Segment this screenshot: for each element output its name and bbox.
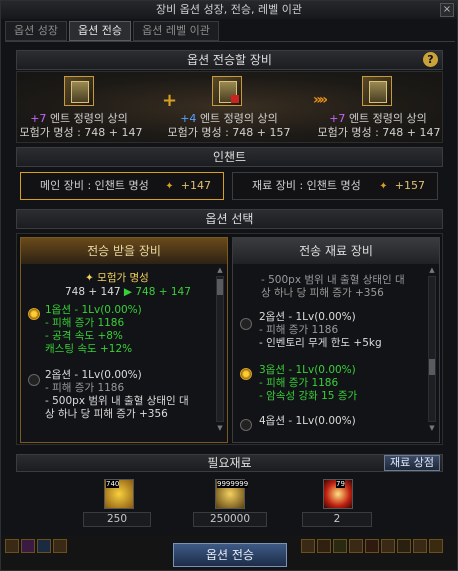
material-option-3-line: - 피해 증가 1186 bbox=[259, 377, 339, 389]
quickslot-icon[interactable] bbox=[349, 539, 363, 553]
equipment-icon-material[interactable] bbox=[212, 76, 242, 106]
option-2-line: - 피해 증가 1186 bbox=[45, 382, 125, 394]
tab-option-level-move[interactable]: 옵션 레벨 이관 bbox=[133, 21, 219, 41]
quickslot-icon[interactable] bbox=[21, 539, 35, 553]
enchant-material-box[interactable]: 재료 장비 : 인챈트 명성 ✦ +157 bbox=[232, 172, 438, 200]
scroll-up-icon[interactable]: ▲ bbox=[429, 266, 435, 274]
transfer-header: 옵션 전승할 장비 ? bbox=[16, 50, 443, 70]
quickslot-icon[interactable] bbox=[53, 539, 67, 553]
fame-icon: ✦ bbox=[165, 181, 174, 192]
window-titlebar: 장비 옵션 성장, 전승, 레벨 이관 × bbox=[1, 1, 457, 19]
materials-header: 필요재료 재료 상점 bbox=[16, 454, 443, 472]
option-2-radio[interactable] bbox=[28, 374, 40, 386]
quickslot-icon[interactable] bbox=[381, 539, 395, 553]
window-title: 장비 옵션 성장, 전승, 레벨 이관 bbox=[156, 3, 302, 16]
option-1-title: 1옵션 - 1Lv(0.00%) bbox=[45, 304, 142, 316]
material-option-2-line: - 인벤토리 무게 한도 +5kg bbox=[259, 337, 382, 349]
scroll-down-icon[interactable]: ▼ bbox=[217, 424, 223, 432]
option-select-area: 전승 받을 장비 ✦ 모험가 명성 748 + 147 ▶ 748 + 147 … bbox=[16, 233, 443, 445]
material-top-line: - 500px 범위 내 출혈 상태인 대 bbox=[261, 274, 405, 286]
transfer-panel: + »» +7 엔트 정령의 상의 모험가 명성 : 748 + 147 +4 … bbox=[16, 71, 443, 143]
option-1-radio[interactable] bbox=[28, 308, 40, 320]
right-scrollbar[interactable] bbox=[428, 276, 436, 422]
close-button[interactable]: × bbox=[440, 3, 454, 17]
help-icon[interactable]: ? bbox=[423, 52, 438, 67]
option-2-line: - 500px 범위 내 출혈 상태인 대 bbox=[45, 395, 189, 407]
equipment-name-main: +7 엔트 정령의 상의 bbox=[30, 112, 128, 125]
material-shop-button[interactable]: 재료 상점 bbox=[384, 455, 440, 471]
option-1-line: - 공격 속도 +8% bbox=[45, 330, 123, 342]
quickslot-icon[interactable] bbox=[37, 539, 51, 553]
enchant-main-label: 메인 장비 : 인챈트 명성 bbox=[40, 179, 149, 192]
quickslot-icon[interactable] bbox=[397, 539, 411, 553]
option-2-title: 2옵션 - 1Lv(0.00%) bbox=[45, 369, 142, 381]
materials-header-title: 필요재료 bbox=[207, 456, 252, 470]
fire-orb-icon[interactable]: 79 bbox=[323, 479, 353, 509]
fame-change: 748 + 147 ▶ 748 + 147 bbox=[65, 286, 191, 298]
enchant-material-label: 재료 장비 : 인챈트 명성 bbox=[252, 179, 361, 192]
material-option-3-title: 3옵션 - 1Lv(0.00%) bbox=[259, 364, 356, 376]
material-equipment-panel: 전송 재료 장비 - 500px 범위 내 출혈 상태인 대 상 하나 당 피해… bbox=[232, 237, 440, 443]
material-option-4-radio[interactable] bbox=[240, 419, 252, 431]
quickslot-icon[interactable] bbox=[317, 539, 331, 553]
material-option-2-radio[interactable] bbox=[240, 318, 252, 330]
quickslot-icon[interactable] bbox=[413, 539, 427, 553]
arrow-icon: »» bbox=[313, 92, 328, 108]
material-top-line: 상 하나 당 피해 증가 +356 bbox=[261, 287, 384, 299]
left-scrollbar[interactable] bbox=[216, 276, 224, 422]
quickslot-icon[interactable] bbox=[301, 539, 315, 553]
material-option-2-title: 2옵션 - 1Lv(0.00%) bbox=[259, 311, 356, 323]
material-count: 79 bbox=[336, 480, 345, 488]
fame-label: ✦ 모험가 명성 bbox=[85, 272, 149, 284]
material-amount: 250 bbox=[83, 512, 151, 527]
equipment-fame-material: 모험가 명성 : 748 + 157 bbox=[167, 126, 291, 139]
tab-option-transfer[interactable]: 옵션 전승 bbox=[69, 21, 131, 41]
equipment-fame-main: 모험가 명성 : 748 + 147 bbox=[19, 126, 143, 139]
quickslot-icon[interactable] bbox=[333, 539, 347, 553]
equipment-icon-result[interactable] bbox=[362, 76, 392, 106]
enchant-material-value: ✦ +157 bbox=[379, 173, 425, 199]
receive-equipment-title: 전승 받을 장비 bbox=[21, 238, 227, 264]
material-option-3-line: - 암속성 강화 15 증가 bbox=[259, 390, 358, 402]
material-option-2-line: - 피해 증가 1186 bbox=[259, 324, 339, 336]
fame-icon: ✦ bbox=[379, 181, 388, 192]
tab-option-growth[interactable]: 옵션 성장 bbox=[5, 21, 67, 41]
quickslot-icon[interactable] bbox=[365, 539, 379, 553]
scroll-up-icon[interactable]: ▲ bbox=[217, 266, 223, 274]
receive-equipment-panel: 전승 받을 장비 ✦ 모험가 명성 748 + 147 ▶ 748 + 147 … bbox=[20, 237, 228, 443]
gold-crystal-icon[interactable]: 740 bbox=[104, 479, 134, 509]
option-transfer-button[interactable]: 옵션 전승 bbox=[173, 543, 287, 567]
material-equipment-title: 전송 재료 장비 bbox=[233, 238, 439, 264]
equipment-name-result: +7 엔트 정령의 상의 bbox=[329, 112, 427, 125]
material-count: 740 bbox=[106, 480, 120, 488]
material-amount: 2 bbox=[302, 512, 372, 527]
material-option-4-title: 4옵션 - 1Lv(0.00%) bbox=[259, 415, 356, 427]
enchant-main-box[interactable]: 메인 장비 : 인챈트 명성 ✦ +147 bbox=[20, 172, 224, 200]
option-1-line: - 피해 증가 1186 bbox=[45, 317, 125, 329]
plus-icon: + bbox=[162, 90, 178, 111]
scroll-down-icon[interactable]: ▼ bbox=[429, 424, 435, 432]
equipment-fame-result: 모험가 명성 : 748 + 147 bbox=[317, 126, 441, 139]
gold-coins-icon[interactable]: 9999999 bbox=[215, 479, 249, 509]
option-transfer-window: 장비 옵션 성장, 전승, 레벨 이관 × 옵션 성장 옵션 전승 옵션 레벨 … bbox=[0, 0, 458, 571]
quickslot-icon[interactable] bbox=[429, 539, 443, 553]
material-amount: 250000 bbox=[193, 512, 267, 527]
enchant-header: 인챈트 bbox=[16, 147, 443, 167]
enchant-main-value: ✦ +147 bbox=[165, 173, 211, 199]
tab-divider bbox=[5, 41, 455, 42]
material-option-3-radio[interactable] bbox=[240, 368, 252, 380]
tab-bar: 옵션 성장 옵션 전승 옵션 레벨 이관 bbox=[5, 21, 219, 41]
option-2-line: 상 하나 당 피해 증가 +356 bbox=[45, 408, 168, 420]
material-count: 9999999 bbox=[217, 480, 249, 488]
equipment-name-material: +4 엔트 정령의 상의 bbox=[180, 112, 278, 125]
fame-icon: ✦ bbox=[85, 272, 94, 284]
equipment-icon-main[interactable] bbox=[64, 76, 94, 106]
transfer-header-title: 옵션 전승할 장비 bbox=[187, 53, 272, 67]
quickslot-icon[interactable] bbox=[5, 539, 19, 553]
option-select-header: 옵션 선택 bbox=[16, 209, 443, 229]
option-1-line: 캐스팅 속도 +12% bbox=[45, 343, 133, 355]
